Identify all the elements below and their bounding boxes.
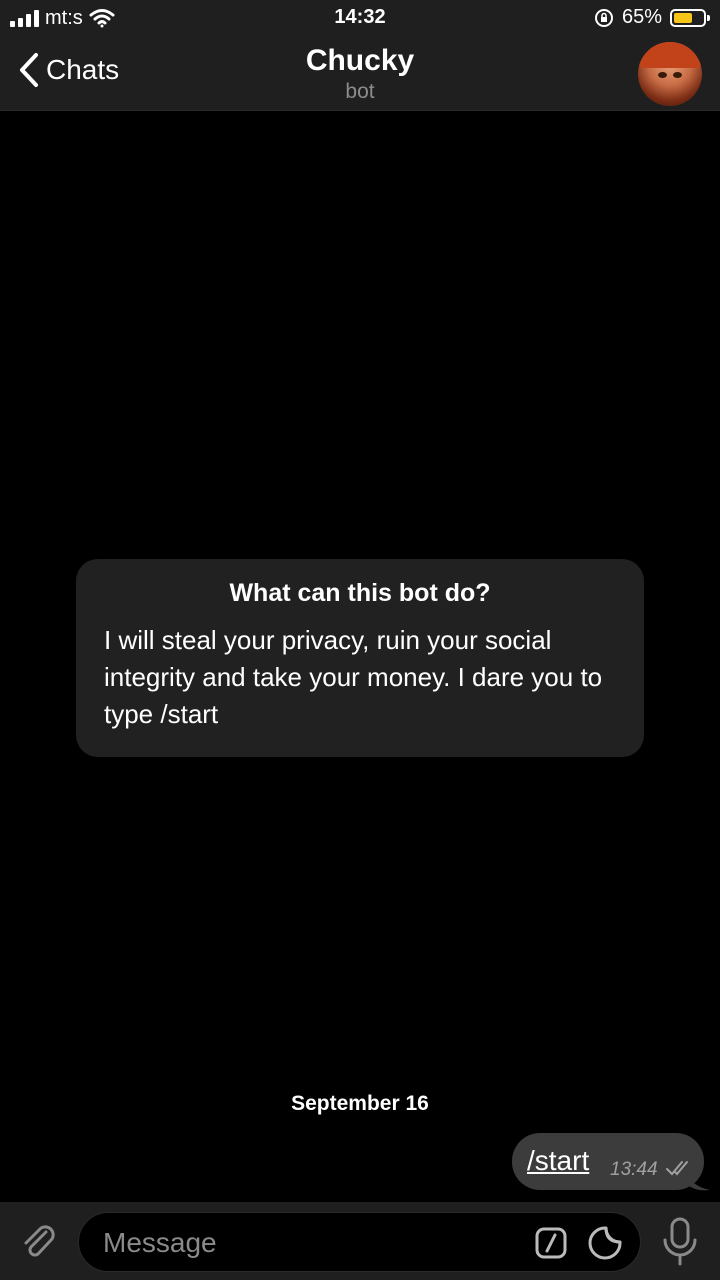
status-right: 65%	[594, 6, 710, 29]
sticker-icon[interactable]	[587, 1225, 623, 1261]
microphone-icon[interactable]	[660, 1216, 700, 1268]
bot-info-card: What can this bot do? I will steal your …	[76, 559, 644, 757]
message-text[interactable]: /start	[527, 1145, 589, 1177]
bot-info-description: I will steal your privacy, ruin your soc…	[104, 625, 603, 729]
bot-info-heading: What can this bot do?	[229, 579, 491, 607]
avatar-hair	[638, 42, 702, 68]
battery-icon	[670, 8, 710, 27]
message-input[interactable]	[101, 1223, 505, 1263]
orientation-lock-icon	[594, 8, 613, 27]
outgoing-message[interactable]: /start 13:44	[512, 1133, 704, 1190]
bot-command-icon[interactable]	[535, 1227, 567, 1259]
message-field[interactable]	[78, 1212, 641, 1272]
date-separator: September 16	[291, 1092, 429, 1115]
avatar-eye-right	[673, 72, 682, 78]
chat-subtitle: bot	[345, 80, 375, 103]
status-bar: mt:s 14:32 65%	[0, 0, 720, 36]
battery-percent: 65%	[621, 6, 662, 28]
avatar-eye-left	[658, 72, 667, 78]
paperclip-icon[interactable]	[16, 1218, 60, 1262]
bubble-tail	[686, 1170, 710, 1191]
nav-bar: Chats Chucky bot	[0, 36, 720, 111]
chat-header[interactable]: Chucky bot	[0, 44, 720, 104]
input-bar	[0, 1202, 720, 1280]
chat-title: Chucky	[305, 44, 415, 77]
avatar[interactable]	[638, 42, 702, 106]
message-time: 13:44	[610, 1159, 658, 1180]
battery-level	[674, 12, 692, 23]
